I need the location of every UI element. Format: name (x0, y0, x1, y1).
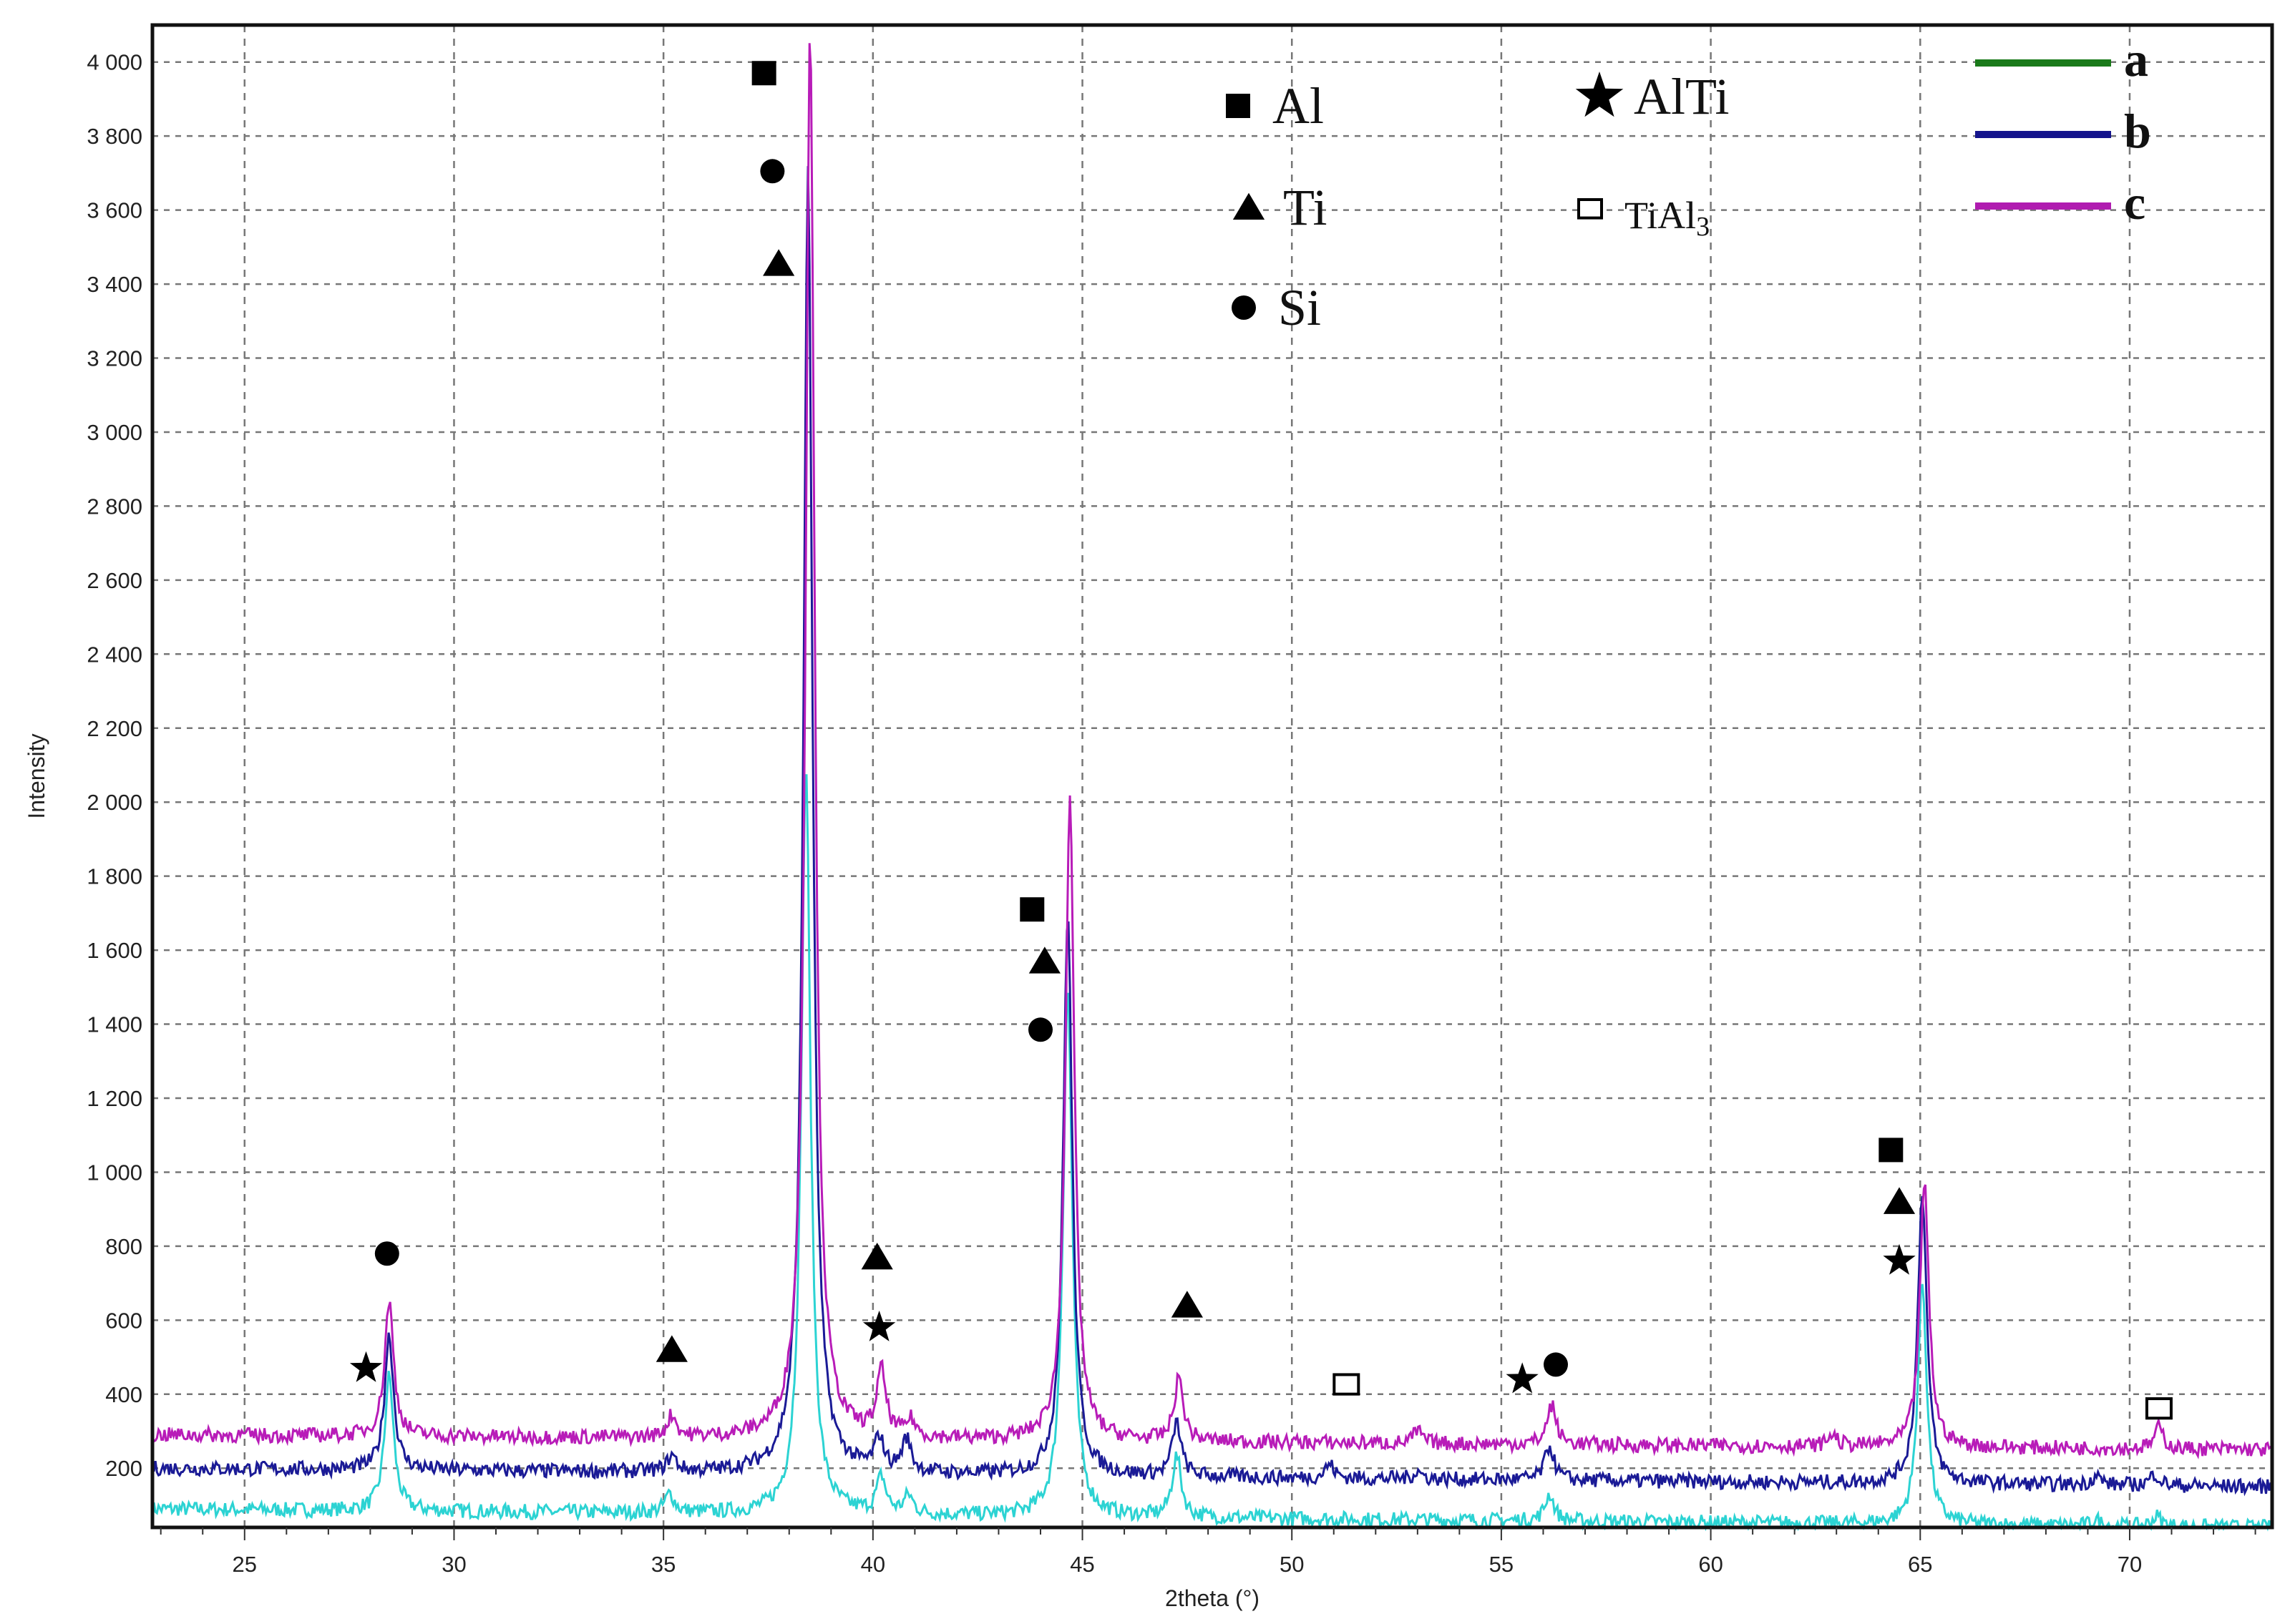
x-tick-label: 30 (442, 1552, 466, 1577)
square-icon (1226, 94, 1250, 118)
triangle-icon (1028, 946, 1061, 974)
y-tick-label: 600 (105, 1308, 142, 1333)
x-tick-label: 40 (861, 1552, 885, 1577)
y-tick-label: 1 800 (87, 864, 142, 889)
star-icon (1506, 1362, 1539, 1394)
star-icon (863, 1310, 896, 1341)
y-tick-label: 3 400 (87, 272, 142, 297)
square-icon (1020, 897, 1045, 922)
grid (152, 25, 2272, 1527)
phase-annotations (349, 61, 2173, 1420)
y-tick-label: 1 400 (87, 1012, 142, 1037)
triangle-icon (1883, 1187, 1916, 1214)
x-axis: 25 30 35 40 45 50 55 60 65 70 (160, 1527, 2256, 1577)
star-icon (1883, 1243, 1916, 1275)
y-tick-label: 3 200 (87, 346, 142, 371)
circle-icon (1232, 295, 1256, 320)
square-icon (751, 61, 776, 86)
x-tick-label: 45 (1070, 1552, 1094, 1577)
xrd-chart: 25 30 35 40 45 50 55 60 65 70 200 400 600 800 1 000 1 … (24, 23, 2274, 1611)
square-icon (1879, 1138, 1904, 1163)
x-tick-label: 35 (651, 1552, 676, 1577)
x-tick-label: 70 (2118, 1552, 2142, 1577)
x-tick-label: 65 (1908, 1552, 1932, 1577)
circle-icon (374, 1241, 399, 1266)
y-tick-label: 1 200 (87, 1086, 142, 1111)
phase-key-label-al: Al (1272, 77, 1324, 134)
triangle-icon (763, 249, 795, 276)
x-tick-label: 25 (233, 1552, 257, 1577)
y-tick-label: 2 600 (87, 568, 142, 593)
phase-key-label-alti: AlTi (1634, 68, 1729, 125)
triangle-icon (656, 1335, 688, 1362)
y-tick-label: 2 000 (87, 790, 142, 815)
y-tick-label: 1 600 (87, 938, 142, 963)
y-tick-label: 800 (105, 1234, 142, 1259)
y-axis: 200 400 600 800 1 000 1 200 1 400 1 600 1 800 2 0… (87, 50, 142, 1482)
legend-label-a: a (2124, 32, 2148, 87)
legend-label-c: c (2124, 175, 2145, 230)
circle-icon (1544, 1352, 1569, 1377)
star-icon (1575, 72, 1624, 117)
open-square-icon (1332, 1373, 1360, 1396)
phase-key-label-tial: TiAl3 (1624, 194, 1710, 242)
y-tick-label: 2 200 (87, 716, 142, 741)
x-axis-label: 2theta (°) (1165, 1585, 1260, 1611)
y-tick-label: 2 400 (87, 642, 142, 667)
legend: abc (1975, 32, 2151, 230)
y-tick-label: 2 800 (87, 494, 142, 519)
y-tick-label: 200 (105, 1456, 142, 1481)
triangle-icon (1171, 1291, 1203, 1318)
x-tick-label: 50 (1280, 1552, 1304, 1577)
phase-key: AlTiSiAlTiTiAl3 (1226, 68, 1729, 336)
y-tick-label: 1 000 (87, 1160, 142, 1185)
y-tick-label: 3 000 (87, 420, 142, 445)
legend-label-b: b (2124, 104, 2151, 158)
open-square-icon (1577, 198, 1603, 220)
y-tick-label: 4 000 (87, 50, 142, 75)
phase-key-label-si: Si (1278, 279, 1321, 336)
x-tick-label: 55 (1489, 1552, 1514, 1577)
y-axis-label: Intensity (24, 733, 49, 818)
series-curves (151, 43, 2274, 1532)
triangle-icon (1232, 192, 1265, 220)
circle-icon (1028, 1017, 1053, 1042)
circle-icon (760, 159, 785, 184)
open-square-icon (2145, 1397, 2173, 1420)
x-tick-label: 60 (1698, 1552, 1723, 1577)
star-icon (349, 1351, 383, 1382)
phase-key-subscript: 3 (1696, 212, 1710, 242)
series-a-line (151, 774, 2272, 1532)
series-b-line (151, 166, 2274, 1497)
y-tick-label: 3 600 (87, 198, 142, 223)
phase-key-label-ti: Ti (1283, 179, 1327, 236)
y-tick-label: 3 800 (87, 124, 142, 149)
y-tick-label: 400 (105, 1382, 142, 1407)
plot-frame (150, 23, 2274, 1530)
series-c-line (151, 43, 2274, 1459)
